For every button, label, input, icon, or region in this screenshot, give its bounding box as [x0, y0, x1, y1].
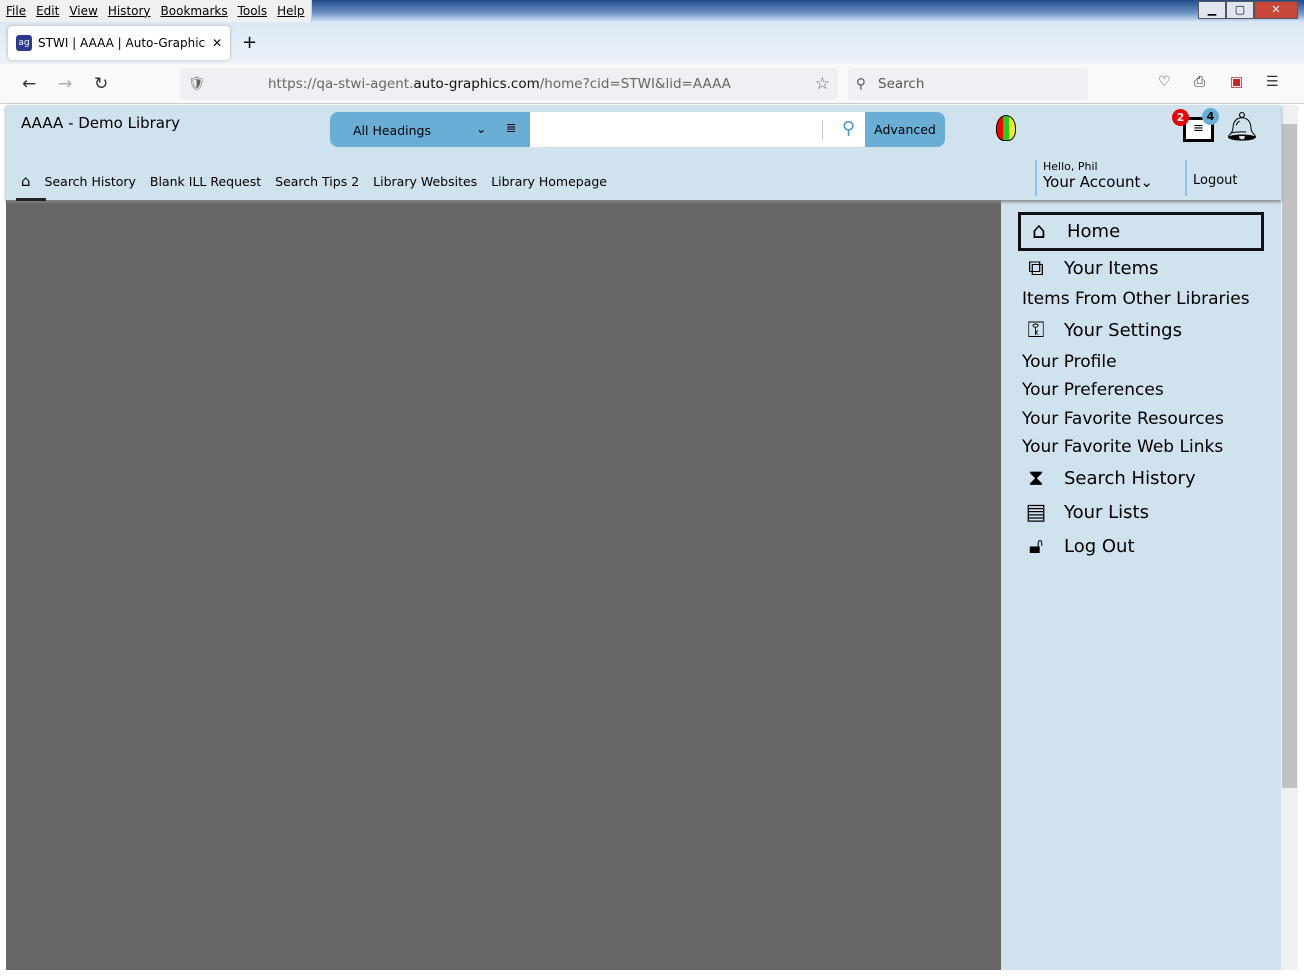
menu-your-settings-label: Your Settings: [1064, 320, 1182, 341]
database-icon[interactable]: ≣: [506, 120, 516, 135]
maximize-button[interactable]: ▢: [1226, 1, 1254, 19]
tab-title: STWI | AAAA | Auto-Graphics In: [38, 36, 206, 50]
nav-library-homepage[interactable]: Library Homepage: [491, 174, 607, 189]
title-bar: File Edit View History Bookmarks Tools H…: [0, 0, 1304, 22]
search-icon: ⚲: [856, 76, 866, 92]
advanced-search-button[interactable]: Advanced: [865, 112, 945, 147]
close-window-button[interactable]: ✕: [1254, 1, 1298, 19]
pocket-icon[interactable]: ♡: [1158, 74, 1171, 90]
nav-bar: ← → ↻ 🛡 https://qa-stwi-agent.auto-graph…: [0, 64, 1304, 104]
home-icon: ⌂: [1032, 219, 1046, 244]
menu-help[interactable]: Help: [277, 4, 304, 18]
menu-search-history-label: Search History: [1064, 468, 1196, 489]
tab-bar: ag STWI | AAAA | Auto-Graphics In ✕ +: [0, 22, 1304, 64]
menu-favorite-web-links[interactable]: Your Favorite Web Links: [1018, 433, 1278, 462]
chevron-down-icon: ⌄: [476, 121, 487, 136]
url-domain: auto-graphics.com: [413, 76, 540, 92]
logout-link[interactable]: Logout: [1185, 160, 1238, 196]
search-input[interactable]: ⚲: [530, 112, 865, 147]
menu-your-preferences[interactable]: Your Preferences: [1018, 376, 1278, 405]
library-name: AAAA - Demo Library: [21, 114, 181, 132]
key-icon: ⚿: [1027, 318, 1045, 343]
account-sidebar-menu: ⌂ Home ⧉ Your Items Items From Other Libra…: [1018, 212, 1278, 564]
new-tab-icon[interactable]: +: [242, 32, 257, 53]
favicon-icon: ag: [16, 35, 32, 51]
close-tab-icon[interactable]: ✕: [212, 36, 222, 50]
search-type-select[interactable]: All Headings ⌄ ≣: [330, 112, 530, 147]
unlock-icon: 🔓︎: [1028, 534, 1044, 559]
menu-edit[interactable]: Edit: [36, 4, 59, 18]
chevron-down-icon: ⌄: [1140, 173, 1153, 191]
browser-tab[interactable]: ag STWI | AAAA | Auto-Graphics In ✕: [8, 26, 230, 60]
menu-view[interactable]: View: [69, 4, 97, 18]
nav-library-websites[interactable]: Library Websites: [373, 174, 477, 189]
modal-overlay[interactable]: [6, 200, 1001, 970]
list-count-badge: 2: [1172, 109, 1189, 126]
url-prefix: https://qa-stwi-agent.: [268, 76, 414, 92]
forward-icon[interactable]: →: [58, 74, 72, 94]
menu-items-other-libraries[interactable]: Items From Other Libraries: [1018, 285, 1278, 314]
bookmark-star-icon[interactable]: ☆: [815, 68, 830, 100]
menu-search-history[interactable]: ⧗ Search History: [1018, 462, 1278, 496]
menu-bookmarks[interactable]: Bookmarks: [161, 4, 228, 18]
url-bar[interactable]: 🛡 https://qa-stwi-agent.auto-graphics.co…: [180, 68, 838, 100]
account-label: Your Account: [1043, 173, 1141, 191]
balloon-logo-icon[interactable]: [996, 115, 1016, 141]
account-menu[interactable]: Hello, Phil Your Account⌄: [1035, 160, 1153, 196]
search-placeholder: Search: [878, 76, 925, 92]
menu-your-settings[interactable]: ⚿ Your Settings: [1018, 314, 1278, 348]
menu-your-items[interactable]: ⧉ Your Items: [1018, 251, 1278, 285]
copy-icon: ⧉: [1028, 255, 1044, 281]
search-type-value: All Headings: [353, 123, 431, 138]
menu-home[interactable]: ⌂ Home: [1018, 212, 1264, 251]
browser-search-input[interactable]: ⚲ Search: [848, 68, 1088, 100]
menu-bar: File Edit View History Bookmarks Tools H…: [0, 0, 312, 22]
active-tab-indicator: [16, 198, 46, 201]
nav-links: ⌂ Search History Blank ILL Request Searc…: [21, 172, 607, 190]
app-menu-icon[interactable]: ☰: [1266, 74, 1279, 90]
reload-icon[interactable]: ↻: [94, 74, 108, 94]
list-count-badge-secondary: 4: [1202, 108, 1219, 125]
menu-log-out[interactable]: 🔓︎ Log Out: [1018, 530, 1278, 564]
bell-icon[interactable]: 🔔︎: [1224, 110, 1260, 143]
print-icon[interactable]: ⎙: [1194, 74, 1205, 90]
hourglass-icon: ⧗: [1028, 466, 1044, 491]
back-icon[interactable]: ←: [22, 74, 36, 94]
site-header: AAAA - Demo Library All Headings ⌄ ≣ ⚲ Adv…: [6, 105, 1281, 201]
menu-favorite-resources[interactable]: Your Favorite Resources: [1018, 405, 1278, 434]
minimize-button[interactable]: ▁: [1198, 1, 1226, 19]
shield-icon: 🛡: [188, 76, 206, 92]
list-icon: ▤: [1025, 500, 1047, 525]
menu-your-items-label: Your Items: [1064, 257, 1159, 279]
greeting: Hello, Phil: [1043, 160, 1098, 173]
search-bar: All Headings ⌄ ≣ ⚲ Advanced: [330, 112, 945, 147]
url-suffix: /home?cid=STWI&lid=AAAA: [539, 76, 731, 92]
menu-tools[interactable]: Tools: [238, 4, 268, 18]
menu-log-out-label: Log Out: [1064, 536, 1135, 557]
menu-your-lists-label: Your Lists: [1064, 502, 1149, 523]
menu-home-label: Home: [1067, 221, 1121, 242]
menu-your-lists[interactable]: ▤ Your Lists: [1018, 496, 1278, 530]
home-icon[interactable]: ⌂: [21, 172, 31, 190]
menu-history[interactable]: History: [108, 4, 151, 18]
menu-file[interactable]: File: [6, 4, 26, 18]
nav-search-tips[interactable]: Search Tips 2: [275, 174, 359, 189]
scrollbar-thumb[interactable]: [1282, 124, 1297, 788]
nav-search-history[interactable]: Search History: [45, 174, 136, 189]
search-icon[interactable]: ⚲: [842, 118, 855, 139]
extension-icon[interactable]: ▣: [1230, 74, 1243, 90]
menu-your-profile[interactable]: Your Profile: [1018, 348, 1278, 377]
nav-blank-ill-request[interactable]: Blank ILL Request: [150, 174, 261, 189]
